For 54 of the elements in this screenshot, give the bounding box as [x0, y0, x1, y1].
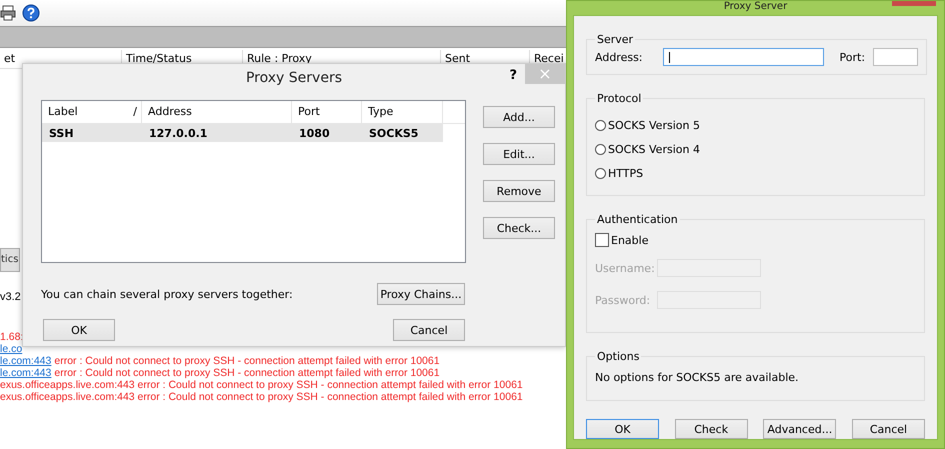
- radio-button[interactable]: [595, 168, 606, 178]
- log-message: exus.officeapps.live.com:443 error : Could not connect to proxy SSH - connection attempt failed with error 10061: [0, 379, 523, 391]
- port-field[interactable]: [873, 48, 918, 66]
- dialog-title: Proxy Servers: [246, 69, 342, 88]
- proxy-chains-button[interactable]: Proxy Chains...: [377, 283, 465, 305]
- help-button[interactable]: ?: [509, 68, 517, 83]
- proxy-row[interactable]: SSH 127.0.0.1 1080 SOCKS5: [42, 124, 443, 142]
- table-cell-text: 1080: [298, 126, 331, 140]
- help-icon[interactable]: [22, 4, 40, 22]
- version-text: v3.2: [0, 291, 21, 303]
- table-cell-text: SSH: [48, 126, 75, 140]
- column-header[interactable]: Type: [362, 101, 443, 123]
- dialog-button[interactable]: Check...: [483, 217, 555, 239]
- radio-button[interactable]: [595, 144, 606, 154]
- field-label: Port:: [840, 50, 866, 64]
- host-link[interactable]: le.co: [0, 343, 22, 355]
- column-header[interactable]: Address: [142, 101, 292, 123]
- printer-icon[interactable]: [0, 5, 16, 21]
- field-label: Address:: [595, 50, 643, 64]
- cancel-button[interactable]: Cancel: [393, 319, 465, 341]
- dialog-button[interactable]: Advanced...: [763, 419, 836, 439]
- dialog-button[interactable]: Add...: [483, 106, 555, 128]
- options-message: No options for SOCKS5 are available.: [595, 371, 800, 384]
- dialog-button[interactable]: Check: [674, 419, 748, 439]
- group-label: Authentication: [596, 213, 679, 226]
- column-header[interactable]: Port: [292, 101, 362, 123]
- dialog-button[interactable]: OK: [586, 419, 659, 439]
- dialog-button[interactable]: Edit...: [483, 143, 555, 165]
- column-header[interactable]: Label /: [42, 101, 142, 123]
- dialog-button[interactable]: Remove: [483, 180, 555, 202]
- radio-button[interactable]: [595, 120, 606, 130]
- field-label: Password:: [595, 294, 651, 306]
- table-cell-text: SOCKS5: [368, 126, 420, 140]
- tab[interactable]: tics: [0, 248, 20, 272]
- radio-label[interactable]: SOCKS Version 5: [608, 118, 700, 132]
- log-message: error : Could not connect to proxy SSH - connection attempt failed with error 10061: [54, 367, 440, 379]
- group-label: Server: [596, 33, 634, 46]
- sort-indicator: /: [133, 104, 137, 120]
- log-message: exus.officeapps.live.com:443 error : Could not connect to proxy SSH - connection attempt failed with error 10061: [0, 391, 523, 403]
- group-label: Protocol: [596, 92, 642, 105]
- log-message: 1.68:: [0, 331, 24, 343]
- log-message: error : Could not connect to proxy SSH - connection attempt failed with error 10061: [54, 355, 440, 367]
- ok-button[interactable]: OK: [43, 319, 115, 341]
- radio-label[interactable]: SOCKS Version 4: [608, 142, 700, 156]
- group-label: Options: [596, 350, 640, 363]
- dialog-button[interactable]: Cancel: [852, 419, 925, 439]
- radio-label[interactable]: HTTPS: [608, 166, 644, 180]
- host-link[interactable]: le.com:443: [0, 355, 52, 367]
- address-field[interactable]: [662, 48, 824, 66]
- dialog-title: Proxy Server: [724, 1, 788, 14]
- table-cell-text: 127.0.0.1: [148, 126, 208, 140]
- chain-hint: You can chain several proxy servers together:: [41, 288, 293, 300]
- field-label: Username:: [595, 262, 651, 274]
- host-link[interactable]: le.com:443: [0, 367, 52, 379]
